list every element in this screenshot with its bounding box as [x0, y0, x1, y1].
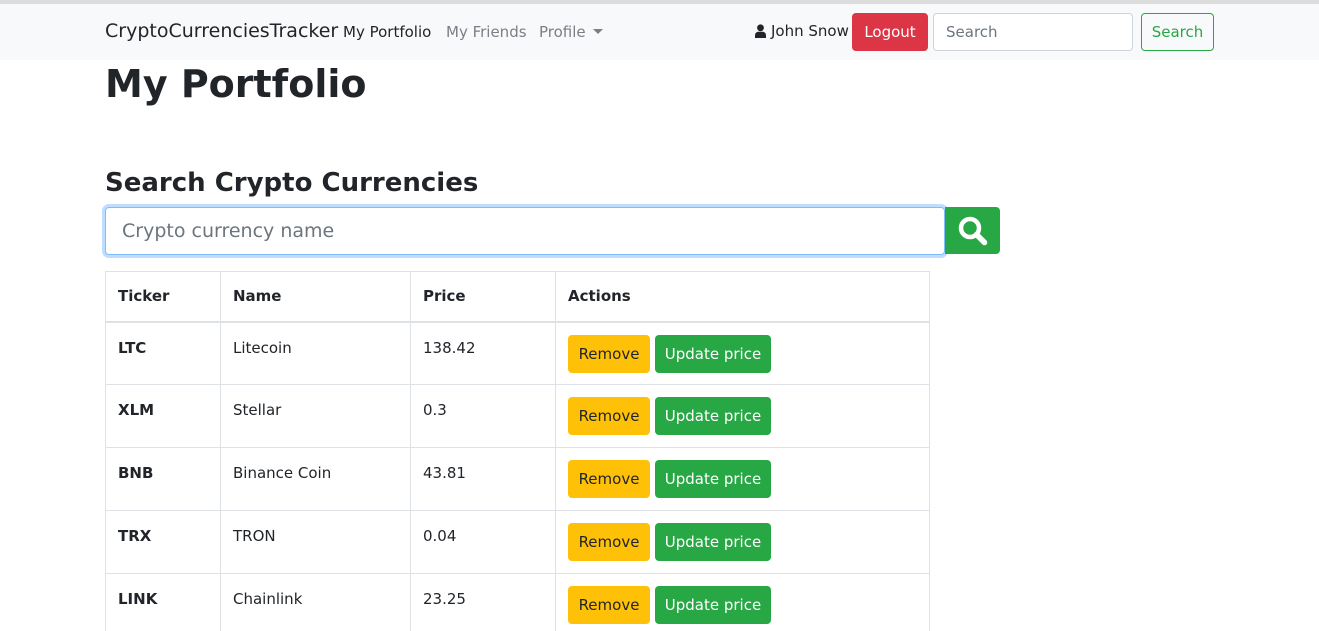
nav-link-my-friends[interactable]: My Friends — [446, 23, 527, 41]
nav-link-my-portfolio[interactable]: My Portfolio — [343, 23, 431, 41]
navbar-search-input[interactable] — [933, 13, 1133, 51]
cell-name: Binance Coin — [220, 447, 411, 511]
update-price-button[interactable]: Update price — [655, 586, 771, 624]
table-row: LINK Chainlink 23.25 Remove Update price — [105, 573, 930, 631]
cell-actions: Remove Update price — [555, 321, 930, 385]
remove-button[interactable]: Remove — [568, 460, 650, 498]
cell-price: 138.42 — [410, 321, 556, 385]
cell-actions: Remove Update price — [555, 384, 930, 448]
cell-price: 0.04 — [410, 510, 556, 574]
portfolio-table: Ticker Name Price Actions LTC Litecoin 1… — [105, 271, 930, 631]
cell-ticker: LINK — [105, 573, 221, 631]
logout-button[interactable]: Logout — [852, 13, 928, 51]
cell-actions: Remove Update price — [555, 447, 930, 511]
column-header-ticker: Ticker — [105, 271, 221, 323]
crypto-search-button[interactable] — [945, 207, 1000, 254]
nav-dropdown-profile-label: Profile — [539, 23, 586, 41]
caret-down-icon — [592, 29, 603, 34]
cell-name: Litecoin — [220, 321, 411, 385]
cell-name: Stellar — [220, 384, 411, 448]
column-header-actions: Actions — [555, 271, 930, 323]
table-row: XLM Stellar 0.3 Remove Update price — [105, 384, 930, 448]
crypto-search-input[interactable] — [105, 207, 945, 255]
nav-dropdown-profile[interactable]: Profile — [539, 23, 603, 41]
table-row: LTC Litecoin 138.42 Remove Update price — [105, 321, 930, 385]
user-name: John Snow — [771, 22, 849, 40]
update-price-button[interactable]: Update price — [655, 334, 771, 373]
column-header-price: Price — [410, 271, 556, 323]
cell-actions: Remove Update price — [555, 510, 930, 574]
remove-button[interactable]: Remove — [568, 523, 650, 561]
cell-price: 43.81 — [410, 447, 556, 511]
cell-price: 0.3 — [410, 384, 556, 448]
cell-name: Chainlink — [220, 573, 411, 631]
update-price-button[interactable]: Update price — [655, 460, 771, 498]
cell-ticker: LTC — [105, 321, 221, 385]
cell-price: 23.25 — [410, 573, 556, 631]
cell-ticker: XLM — [105, 384, 221, 448]
cell-ticker: BNB — [105, 447, 221, 511]
cell-name: TRON — [220, 510, 411, 574]
search-section-title: Search Crypto Currencies — [105, 168, 479, 198]
brand-link[interactable]: CryptoCurrenciesTracker — [105, 20, 338, 42]
cell-actions: Remove Update price — [555, 573, 930, 631]
navbar: CryptoCurrenciesTracker My Portfolio My … — [0, 4, 1319, 60]
page-title: My Portfolio — [105, 62, 367, 106]
search-icon — [958, 216, 987, 245]
remove-button[interactable]: Remove — [568, 586, 650, 624]
update-price-button[interactable]: Update price — [655, 397, 771, 435]
table-header-row: Ticker Name Price Actions — [105, 271, 930, 323]
column-header-name: Name — [220, 271, 411, 323]
cell-ticker: TRX — [105, 510, 221, 574]
navbar-search-button[interactable]: Search — [1141, 13, 1214, 51]
update-price-button[interactable]: Update price — [655, 523, 771, 561]
user-icon — [755, 24, 766, 38]
remove-button[interactable]: Remove — [568, 334, 650, 373]
table-row: BNB Binance Coin 43.81 Remove Update pric… — [105, 447, 930, 511]
current-user: John Snow — [755, 22, 849, 40]
table-row: TRX TRON 0.04 Remove Update price — [105, 510, 930, 574]
remove-button[interactable]: Remove — [568, 397, 650, 435]
